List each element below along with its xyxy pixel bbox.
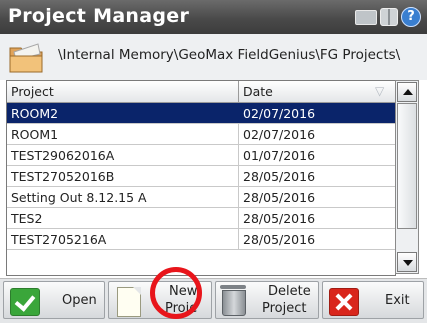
folder-path: \Internal Memory\GeoMax FieldGenius\FG P… bbox=[58, 47, 401, 63]
arrow-down-icon bbox=[403, 260, 413, 266]
project-name: ROOM1 bbox=[11, 127, 59, 142]
checkmark-icon bbox=[10, 288, 40, 316]
column-header-project[interactable]: Project bbox=[11, 84, 54, 99]
project-date: 28/05/2016 bbox=[243, 232, 316, 247]
table-row[interactable]: TES2 28/05/2016 bbox=[7, 208, 395, 229]
project-date: 01/07/2016 bbox=[243, 148, 316, 163]
project-table: Project Date ▽ ROOM2 02/07/2016 ROOM1 02… bbox=[6, 80, 396, 276]
trash-icon bbox=[220, 285, 246, 316]
scroll-up-button[interactable] bbox=[397, 82, 417, 102]
table-row[interactable]: ROOM1 02/07/2016 bbox=[7, 124, 395, 145]
project-name: TES2 bbox=[11, 211, 43, 226]
table-row[interactable]: TEST2705216A 28/05/2016 bbox=[7, 229, 395, 250]
delete-label-line2: Project bbox=[262, 301, 307, 316]
project-date: 02/07/2016 bbox=[243, 106, 316, 121]
window-title: Project Manager bbox=[8, 5, 190, 27]
table-row[interactable]: ROOM2 02/07/2016 bbox=[7, 103, 395, 124]
folder-icon[interactable] bbox=[8, 40, 44, 74]
bottom-toolbar: Open New Proje Delete Project Exit bbox=[0, 278, 427, 323]
delete-label-line1: Delete bbox=[268, 284, 311, 299]
card-icon[interactable] bbox=[355, 9, 377, 25]
table-row[interactable]: TEST29062016A 01/07/2016 bbox=[7, 145, 395, 166]
open-label: Open bbox=[62, 293, 97, 308]
title-bar: Project Manager ? bbox=[0, 0, 427, 34]
project-date: 28/05/2016 bbox=[243, 211, 316, 226]
close-icon bbox=[329, 288, 359, 316]
table-row[interactable]: TEST27052016B 28/05/2016 bbox=[7, 166, 395, 187]
project-date: 28/05/2016 bbox=[243, 169, 316, 184]
column-header-date[interactable]: Date bbox=[243, 84, 273, 99]
project-date: 28/05/2016 bbox=[243, 190, 316, 205]
table-header: Project Date ▽ bbox=[7, 81, 395, 103]
exit-label: Exit bbox=[385, 293, 410, 308]
project-date: 02/07/2016 bbox=[243, 127, 316, 142]
project-name: TEST27052016B bbox=[11, 169, 115, 184]
project-name: TEST2705216A bbox=[11, 232, 107, 247]
path-bar: \Internal Memory\GeoMax FieldGenius\FG P… bbox=[0, 34, 427, 80]
title-icons: ? bbox=[355, 7, 421, 27]
scrollbar-thumb[interactable] bbox=[397, 103, 417, 229]
delete-project-button[interactable]: Delete Project bbox=[215, 281, 319, 319]
vertical-scrollbar[interactable] bbox=[395, 80, 419, 274]
project-name: TEST29062016A bbox=[11, 148, 115, 163]
grid-icon[interactable] bbox=[380, 8, 398, 26]
new-label-line1: New bbox=[169, 284, 198, 299]
project-name: ROOM2 bbox=[11, 106, 59, 121]
new-label-line2: Proje bbox=[165, 301, 198, 316]
new-project-button[interactable]: New Proje bbox=[108, 281, 212, 319]
scroll-down-button[interactable] bbox=[397, 252, 417, 272]
new-page-icon bbox=[117, 287, 141, 317]
sort-down-icon[interactable]: ▽ bbox=[375, 84, 384, 98]
exit-button[interactable]: Exit bbox=[322, 281, 424, 319]
help-icon[interactable]: ? bbox=[401, 7, 421, 27]
project-name: Setting Out 8.12.15 A bbox=[11, 190, 147, 205]
arrow-up-icon bbox=[403, 89, 413, 95]
table-row[interactable]: Setting Out 8.12.15 A 28/05/2016 bbox=[7, 187, 395, 208]
open-button[interactable]: Open bbox=[3, 281, 105, 319]
